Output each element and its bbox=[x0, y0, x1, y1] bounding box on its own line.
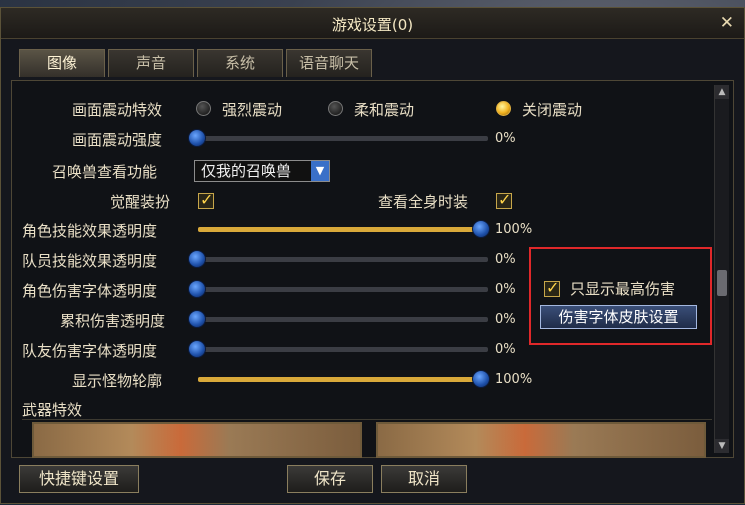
shake-strength-knob[interactable] bbox=[188, 129, 206, 147]
tab-system[interactable]: 系统 bbox=[197, 49, 283, 77]
awaken-outfit-label: 觉醒装扮 bbox=[110, 193, 171, 211]
cancel-button[interactable]: 取消 bbox=[381, 465, 467, 493]
shake-strength-label: 画面震动强度 bbox=[72, 131, 163, 149]
damage-font-skin-button[interactable]: 伤害字体皮肤设置 bbox=[540, 305, 697, 329]
checkmark-icon: ✓ bbox=[498, 190, 512, 209]
view-full-fashion-label: 查看全身时装 bbox=[378, 193, 469, 211]
radio-no-shake[interactable] bbox=[496, 101, 511, 116]
slider-knob[interactable] bbox=[188, 250, 206, 268]
radio-no-shake-label: 关闭震动 bbox=[522, 101, 583, 119]
chevron-down-icon[interactable]: ▼ bbox=[311, 161, 329, 181]
radio-strong-shake[interactable] bbox=[196, 101, 211, 116]
slider-knob[interactable] bbox=[188, 340, 206, 358]
radio-soft-shake-label: 柔和震动 bbox=[354, 101, 415, 119]
tab-voice-chat[interactable]: 语音聊天 bbox=[286, 49, 372, 77]
summon-view-label: 召唤兽查看功能 bbox=[52, 163, 158, 181]
footer-bar: 快捷键设置 保存 取消 bbox=[1, 459, 744, 505]
shake-strength-slider[interactable] bbox=[198, 136, 488, 141]
max-damage-checkbox[interactable]: ✓ bbox=[544, 278, 560, 297]
slider-label: 队员技能效果透明度 bbox=[22, 252, 158, 270]
char-damage-font-opacity-slider[interactable] bbox=[198, 287, 488, 292]
slider-label: 角色技能效果透明度 bbox=[22, 222, 158, 240]
settings-window: 游戏设置(0) ✕ 图像 声音 系统 语音聊天 画面震动特效 强烈震动 柔和震动… bbox=[0, 7, 745, 504]
window-title: 游戏设置(0) bbox=[331, 16, 414, 34]
awaken-outfit-checkbox[interactable]: ✓ bbox=[198, 190, 214, 209]
weapon-effect-preview-2[interactable] bbox=[376, 422, 706, 458]
summon-view-select[interactable]: 仅我的召唤兽 ▼ bbox=[194, 160, 330, 182]
save-button[interactable]: 保存 bbox=[287, 465, 373, 493]
weapon-effects-title: 武器特效 bbox=[22, 401, 83, 419]
slider-value: 0% bbox=[495, 312, 516, 327]
close-icon[interactable]: ✕ bbox=[720, 13, 734, 33]
slider-knob[interactable] bbox=[188, 310, 206, 328]
tab-sound[interactable]: 声音 bbox=[108, 49, 194, 77]
tab-bar: 图像 声音 系统 语音聊天 bbox=[19, 49, 372, 77]
tab-graphics[interactable]: 图像 bbox=[19, 49, 105, 77]
max-damage-label: 只显示最高伤害 bbox=[570, 280, 676, 298]
accum-damage-opacity-slider[interactable] bbox=[198, 317, 488, 322]
radio-strong-shake-label: 强烈震动 bbox=[222, 101, 283, 119]
shortcut-settings-button[interactable]: 快捷键设置 bbox=[19, 465, 139, 493]
slider-value: 100% bbox=[495, 372, 533, 387]
title-bar: 游戏设置(0) ✕ bbox=[1, 8, 744, 39]
checkmark-icon: ✓ bbox=[546, 278, 560, 297]
member-skill-opacity-slider[interactable] bbox=[198, 257, 488, 262]
view-full-fashion-checkbox[interactable]: ✓ bbox=[496, 190, 512, 209]
slider-label: 角色伤害字体透明度 bbox=[22, 282, 158, 300]
slider-knob[interactable] bbox=[472, 220, 490, 238]
slider-label: 队友伤害字体透明度 bbox=[22, 342, 158, 360]
summon-view-value: 仅我的召唤兽 bbox=[201, 162, 292, 180]
slider-label: 累积伤害透明度 bbox=[60, 312, 166, 330]
slider-knob[interactable] bbox=[472, 370, 490, 388]
slider-value: 0% bbox=[495, 342, 516, 357]
checkmark-icon: ✓ bbox=[200, 190, 214, 209]
scroll-thumb[interactable] bbox=[717, 270, 727, 296]
slider-value: 0% bbox=[495, 252, 516, 267]
slider-value: 0% bbox=[495, 282, 516, 297]
slider-label: 显示怪物轮廓 bbox=[72, 372, 163, 390]
char-skill-opacity-slider[interactable] bbox=[198, 227, 488, 232]
radio-soft-shake[interactable] bbox=[328, 101, 343, 116]
slider-value: 100% bbox=[495, 222, 533, 237]
monster-outline-slider[interactable] bbox=[198, 377, 488, 382]
shake-effect-label: 画面震动特效 bbox=[72, 101, 163, 119]
weapon-effect-preview-1[interactable] bbox=[32, 422, 362, 458]
shake-strength-value: 0% bbox=[495, 131, 516, 146]
section-divider bbox=[22, 419, 712, 420]
panel-scrollbar[interactable]: ▲ ▼ bbox=[714, 85, 729, 453]
scroll-down-icon[interactable]: ▼ bbox=[715, 439, 729, 453]
slider-knob[interactable] bbox=[188, 280, 206, 298]
teammate-damage-font-opacity-slider[interactable] bbox=[198, 347, 488, 352]
scroll-up-icon[interactable]: ▲ bbox=[715, 85, 729, 99]
